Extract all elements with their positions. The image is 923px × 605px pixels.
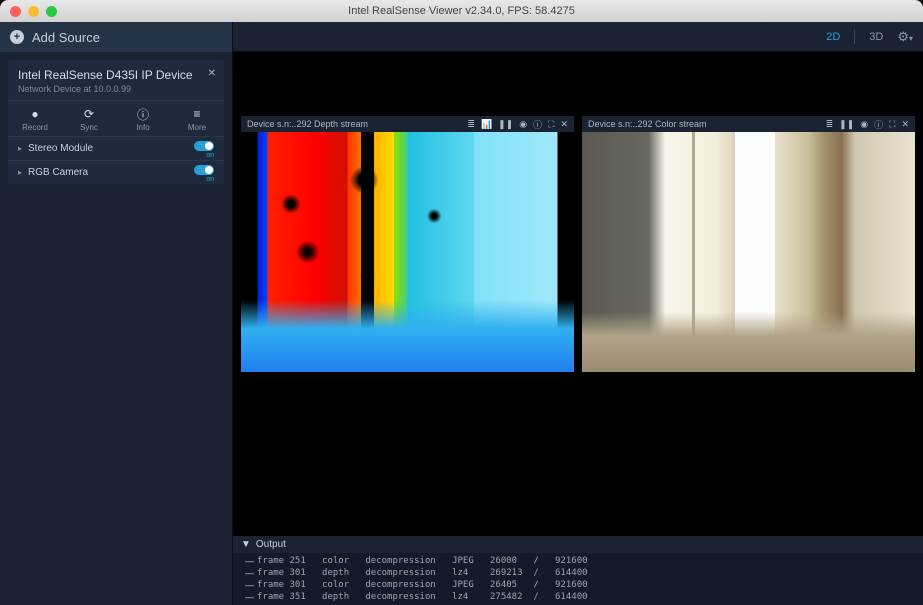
output-row: —frame 251 color decompression JPEG 2600…	[233, 555, 923, 567]
stream-stereo-module[interactable]: ▸ Stereo Module on	[8, 136, 224, 160]
chevron-down-icon: ▾	[909, 34, 913, 43]
divider	[854, 30, 855, 44]
output-row: —frame 301 color decompression JPEG 2640…	[233, 579, 923, 591]
gear-icon: ⚙	[897, 29, 909, 44]
stream-toggle-state: on	[206, 152, 214, 159]
sync-button[interactable]: ⟳ Sync	[62, 101, 116, 136]
more-label: More	[170, 123, 224, 132]
plus-icon: +	[10, 30, 24, 44]
fullscreen-icon[interactable]: ⛶	[548, 119, 554, 130]
output-header[interactable]: ▼ Output	[233, 536, 923, 553]
color-stream-canvas[interactable]	[582, 132, 915, 372]
color-stream-title: Device s.n:..292 Color stream	[588, 119, 820, 129]
output-panel: ▼ Output —frame 251 color decompression …	[233, 536, 923, 605]
minus-icon: —	[245, 592, 253, 602]
window-zoom-button[interactable]	[46, 6, 57, 17]
fullscreen-icon[interactable]: ⛶	[889, 119, 895, 130]
chevron-down-icon: ▼	[241, 539, 251, 550]
snapshot-icon[interactable]: ◉	[860, 119, 868, 130]
window-title: Intel RealSense Viewer v2.34.0, FPS: 58.…	[0, 5, 923, 17]
window-minimize-button[interactable]	[28, 6, 39, 17]
info-icon[interactable]: ⓘ	[533, 118, 542, 131]
list-icon[interactable]: ≣	[826, 119, 834, 130]
minus-icon: —	[245, 580, 253, 590]
window-close-button[interactable]	[10, 6, 21, 17]
stream-toggle-state: on	[206, 176, 214, 183]
record-icon: ●	[8, 107, 62, 121]
sync-label: Sync	[62, 123, 116, 132]
output-title: Output	[256, 539, 286, 550]
info-icon: ⓘ	[116, 107, 170, 121]
add-source-button[interactable]: + Add Source	[0, 22, 232, 52]
stream-toggle[interactable]	[194, 165, 214, 175]
stream-rgb-camera[interactable]: ▸ RGB Camera on	[8, 160, 224, 184]
chevron-right-icon: ▸	[18, 144, 22, 153]
snapshot-icon[interactable]: ◉	[519, 119, 527, 130]
close-icon[interactable]: ✕	[901, 119, 909, 130]
output-row: —frame 301 depth decompression lz4 26921…	[233, 567, 923, 579]
stream-label: Stereo Module	[28, 143, 93, 154]
topbar: 2D 3D ⚙▾	[233, 22, 923, 52]
chevron-right-icon: ▸	[18, 168, 22, 177]
view-3d-button[interactable]: 3D	[865, 29, 887, 45]
device-close-button[interactable]: ✕	[208, 68, 216, 79]
pause-icon[interactable]: ❚❚	[498, 119, 513, 130]
more-button[interactable]: ≡ More	[170, 101, 224, 136]
output-row: —frame 351 depth decompression lz4 27548…	[233, 591, 923, 603]
close-icon[interactable]: ✕	[560, 119, 568, 130]
depth-stream-panel: Device s.n:..292 Depth stream ≣ 📊 ❚❚ ◉ ⓘ…	[241, 132, 574, 372]
device-subtitle: Network Device at 10.0.0.99	[18, 84, 214, 94]
window-titlebar: Intel RealSense Viewer v2.34.0, FPS: 58.…	[0, 0, 923, 22]
device-title: Intel RealSense D435I IP Device	[18, 68, 214, 82]
stream-toggle[interactable]	[194, 141, 214, 151]
device-card: Intel RealSense D435I IP Device Network …	[8, 60, 224, 184]
depth-stream-canvas[interactable]	[241, 132, 574, 372]
sidebar: + Add Source Intel RealSense D435I IP De…	[0, 22, 233, 605]
minus-icon: —	[245, 568, 253, 578]
sync-icon: ⟳	[62, 107, 116, 121]
stream-label: RGB Camera	[28, 167, 88, 178]
chart-icon[interactable]: 📊	[481, 119, 492, 130]
list-icon[interactable]: ≣	[467, 119, 475, 130]
record-label: Record	[8, 123, 62, 132]
minus-icon: —	[245, 556, 253, 566]
info-icon[interactable]: ⓘ	[874, 118, 883, 131]
info-button[interactable]: ⓘ Info	[116, 101, 170, 136]
settings-button[interactable]: ⚙▾	[897, 29, 913, 45]
add-source-label: Add Source	[32, 30, 100, 45]
more-icon: ≡	[170, 107, 224, 121]
pause-icon[interactable]: ❚❚	[839, 119, 854, 130]
record-button[interactable]: ● Record	[8, 101, 62, 136]
color-stream-panel: Device s.n:..292 Color stream ≣ ❚❚ ◉ ⓘ ⛶…	[582, 132, 915, 372]
info-label: Info	[116, 123, 170, 132]
view-2d-button[interactable]: 2D	[822, 29, 844, 45]
depth-stream-title: Device s.n:..292 Depth stream	[247, 119, 461, 129]
